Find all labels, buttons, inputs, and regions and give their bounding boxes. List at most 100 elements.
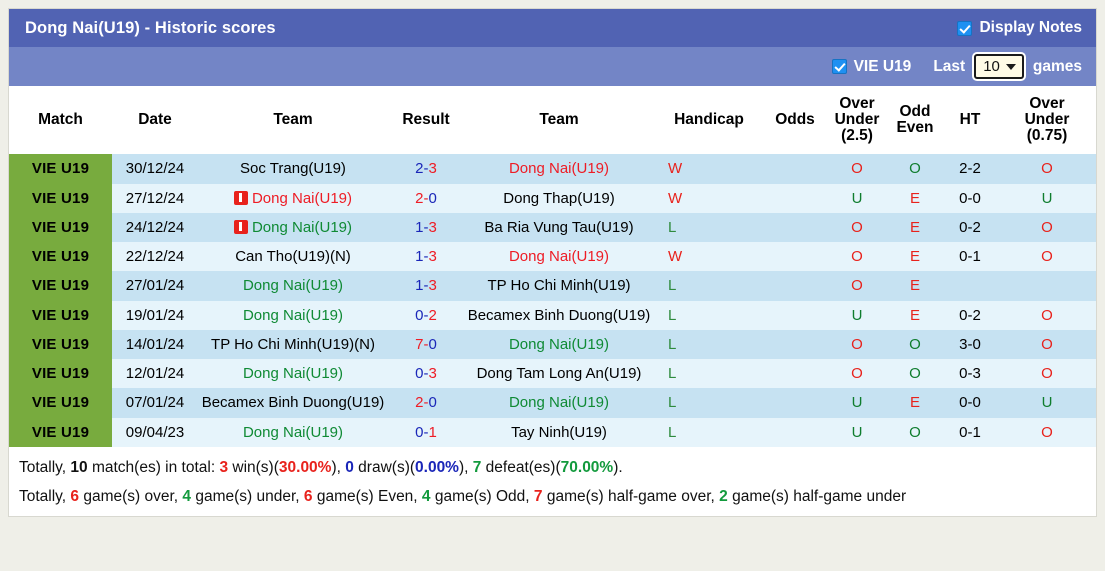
col-header-ht[interactable]: HT bbox=[942, 86, 998, 154]
cell-home-team[interactable]: Becamex Binh Duong(U19) bbox=[198, 388, 388, 417]
cell-over-under-075 bbox=[998, 271, 1096, 300]
cell-away-team[interactable]: Dong Nai(U19) bbox=[464, 330, 654, 359]
display-notes-toggle[interactable]: Display Notes bbox=[957, 19, 1082, 37]
table-row[interactable]: VIE U1924/12/24Dong Nai(U19)1-3Ba Ria Vu… bbox=[9, 213, 1096, 242]
col-header-oddeven-line1: Odd bbox=[900, 103, 931, 120]
cell-result[interactable]: 0-2 bbox=[388, 301, 464, 330]
cell-away-team[interactable]: Tay Ninh(U19) bbox=[464, 418, 654, 447]
table-row[interactable]: VIE U1914/01/24TP Ho Chi Minh(U19)(N)7-0… bbox=[9, 330, 1096, 359]
home-team-name: Becamex Binh Duong(U19) bbox=[202, 394, 385, 411]
cell-away-team[interactable]: Dong Nai(U19) bbox=[464, 154, 654, 183]
home-team-name: TP Ho Chi Minh(U19)(N) bbox=[211, 336, 375, 353]
ou25-value: O bbox=[851, 219, 863, 236]
cell-league[interactable]: VIE U19 bbox=[9, 184, 112, 213]
cell-league[interactable]: VIE U19 bbox=[9, 388, 112, 417]
cell-result[interactable]: 1-3 bbox=[388, 242, 464, 271]
cell-home-team[interactable]: Dong Nai(U19) bbox=[198, 301, 388, 330]
checkbox-icon[interactable] bbox=[832, 59, 847, 74]
table-row[interactable]: VIE U1912/01/24Dong Nai(U19)0-3Dong Tam … bbox=[9, 359, 1096, 388]
cell-over-under-075: U bbox=[998, 184, 1096, 213]
col-header-ou075-line1: Over bbox=[1029, 95, 1064, 112]
ou25-value: U bbox=[852, 394, 863, 411]
cell-away-team[interactable]: Dong Nai(U19) bbox=[464, 242, 654, 271]
cell-home-team[interactable]: Soc Trang(U19) bbox=[198, 154, 388, 183]
table-row[interactable]: VIE U1907/01/24Becamex Binh Duong(U19)2-… bbox=[9, 388, 1096, 417]
cell-home-team[interactable]: TP Ho Chi Minh(U19)(N) bbox=[198, 330, 388, 359]
cell-league[interactable]: VIE U19 bbox=[9, 359, 112, 388]
cell-home-team[interactable]: Dong Nai(U19) bbox=[198, 184, 388, 213]
cell-away-team[interactable]: Dong Thap(U19) bbox=[464, 184, 654, 213]
cell-handicap: W bbox=[654, 184, 764, 213]
note-icon[interactable] bbox=[234, 191, 248, 205]
cell-home-team[interactable]: Can Tho(U19)(N) bbox=[198, 242, 388, 271]
col-header-match[interactable]: Match bbox=[9, 86, 112, 154]
cell-league[interactable]: VIE U19 bbox=[9, 271, 112, 300]
score-home: 0 bbox=[415, 365, 423, 382]
cell-league[interactable]: VIE U19 bbox=[9, 301, 112, 330]
games-count-value: 10 bbox=[983, 58, 1000, 75]
cell-league[interactable]: VIE U19 bbox=[9, 418, 112, 447]
cell-home-team[interactable]: Dong Nai(U19) bbox=[198, 418, 388, 447]
cell-result[interactable]: 0-1 bbox=[388, 418, 464, 447]
summary-footer: Totally, 10 match(es) in total: 3 win(s)… bbox=[8, 447, 1097, 517]
table-row[interactable]: VIE U1930/12/24Soc Trang(U19)2-3Dong Nai… bbox=[9, 154, 1096, 183]
s1-after-total: match(es) in total: bbox=[88, 459, 220, 476]
table-row[interactable]: VIE U1919/01/24Dong Nai(U19)0-2Becamex B… bbox=[9, 301, 1096, 330]
win-loss-indicator: L bbox=[668, 307, 676, 324]
checkbox-icon[interactable] bbox=[957, 21, 972, 36]
col-header-odds[interactable]: Odds bbox=[764, 86, 826, 154]
cell-result[interactable]: 2-0 bbox=[388, 388, 464, 417]
table-row[interactable]: VIE U1927/01/24Dong Nai(U19)1-3TP Ho Chi… bbox=[9, 271, 1096, 300]
away-team-name: Dong Thap(U19) bbox=[503, 190, 614, 207]
cell-league[interactable]: VIE U19 bbox=[9, 154, 112, 183]
cell-half-time-score: 0-1 bbox=[942, 418, 998, 447]
cell-handicap: L bbox=[654, 359, 764, 388]
s2-even-text: game(s) Even, bbox=[313, 488, 422, 505]
cell-away-team[interactable]: Dong Tam Long An(U19) bbox=[464, 359, 654, 388]
table-header-row: Match Date Team Result Team Handicap Odd… bbox=[9, 86, 1096, 154]
table-row[interactable]: VIE U1927/12/24Dong Nai(U19)2-0Dong Thap… bbox=[9, 184, 1096, 213]
note-icon[interactable] bbox=[234, 220, 248, 234]
col-header-oddeven-line2: Even bbox=[896, 119, 933, 136]
score-home: 1 bbox=[415, 277, 423, 294]
cell-league[interactable]: VIE U19 bbox=[9, 242, 112, 271]
cell-home-team[interactable]: Dong Nai(U19) bbox=[198, 271, 388, 300]
s2-half-over-text: game(s) half-game over, bbox=[543, 488, 720, 505]
score-away: 1 bbox=[429, 424, 437, 441]
cell-home-team[interactable]: Dong Nai(U19) bbox=[198, 213, 388, 242]
cell-result[interactable]: 2-3 bbox=[388, 154, 464, 183]
cell-league[interactable]: VIE U19 bbox=[9, 213, 112, 242]
cell-result[interactable]: 0-3 bbox=[388, 359, 464, 388]
col-header-over-under-25[interactable]: Over Under (2.5) bbox=[826, 86, 888, 154]
odd-even-value: O bbox=[909, 424, 921, 441]
col-header-home-team[interactable]: Team bbox=[198, 86, 388, 154]
s2-over-text: game(s) over, bbox=[79, 488, 182, 505]
cell-away-team[interactable]: Ba Ria Vung Tau(U19) bbox=[464, 213, 654, 242]
cell-home-team[interactable]: Dong Nai(U19) bbox=[198, 359, 388, 388]
games-count-select[interactable]: 10 bbox=[974, 54, 1024, 79]
odd-even-value: O bbox=[909, 336, 921, 353]
s1-total: 10 bbox=[70, 459, 87, 476]
s1-defeats-text: defeat(es)( bbox=[481, 459, 560, 476]
col-header-handicap[interactable]: Handicap bbox=[654, 86, 764, 154]
table-row[interactable]: VIE U1909/04/23Dong Nai(U19)0-1Tay Ninh(… bbox=[9, 418, 1096, 447]
league-filter-toggle[interactable]: VIE U19 bbox=[832, 58, 912, 76]
win-loss-indicator: W bbox=[668, 248, 682, 265]
cell-result[interactable]: 2-0 bbox=[388, 184, 464, 213]
cell-result[interactable]: 7-0 bbox=[388, 330, 464, 359]
col-header-over-under-075[interactable]: Over Under (0.75) bbox=[998, 86, 1096, 154]
table-row[interactable]: VIE U1922/12/24Can Tho(U19)(N)1-3Dong Na… bbox=[9, 242, 1096, 271]
col-header-date[interactable]: Date bbox=[112, 86, 198, 154]
score-away: 0 bbox=[429, 190, 437, 207]
col-header-odd-even[interactable]: Odd Even bbox=[888, 86, 942, 154]
cell-away-team[interactable]: TP Ho Chi Minh(U19) bbox=[464, 271, 654, 300]
cell-odds bbox=[764, 301, 826, 330]
cell-league[interactable]: VIE U19 bbox=[9, 330, 112, 359]
cell-half-time-score: 2-2 bbox=[942, 154, 998, 183]
cell-away-team[interactable]: Dong Nai(U19) bbox=[464, 388, 654, 417]
cell-result[interactable]: 1-3 bbox=[388, 213, 464, 242]
cell-away-team[interactable]: Becamex Binh Duong(U19) bbox=[464, 301, 654, 330]
col-header-result[interactable]: Result bbox=[388, 86, 464, 154]
col-header-away-team[interactable]: Team bbox=[464, 86, 654, 154]
cell-result[interactable]: 1-3 bbox=[388, 271, 464, 300]
